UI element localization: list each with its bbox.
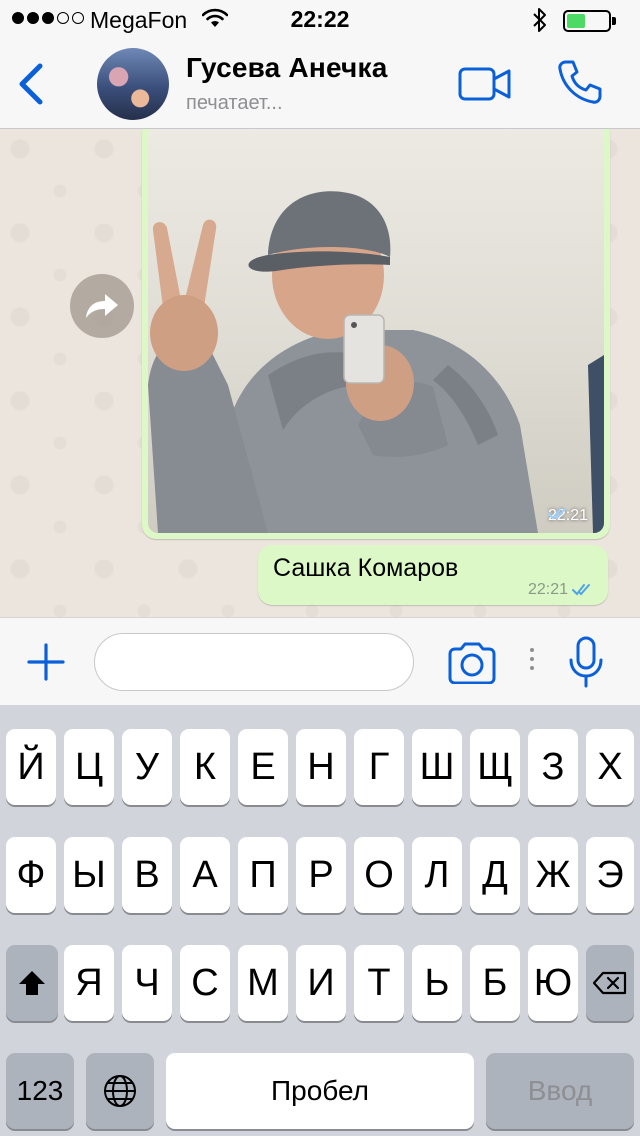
key[interactable]: К (180, 729, 230, 805)
backspace-key[interactable] (586, 945, 634, 1021)
text-message-meta: 22:21 (528, 581, 594, 599)
contact-name[interactable]: Гусева Анечка (186, 52, 387, 84)
key[interactable]: Ь (412, 945, 462, 1021)
key[interactable]: П (238, 837, 288, 913)
key[interactable]: Ч (122, 945, 172, 1021)
key[interactable]: О (354, 837, 404, 913)
contact-avatar[interactable] (97, 48, 169, 120)
message-photo[interactable]: 22:21 (148, 129, 604, 533)
attach-button[interactable] (26, 642, 66, 687)
read-receipt-icon (547, 508, 566, 520)
key[interactable]: Т (354, 945, 404, 1021)
composer-bar (0, 617, 640, 705)
key[interactable]: М (238, 945, 288, 1021)
space-key[interactable]: Пробел (166, 1053, 474, 1129)
key[interactable]: Х (586, 729, 634, 805)
image-message-meta: 22:21 (547, 507, 588, 525)
key[interactable]: А (180, 837, 230, 913)
battery-icon (563, 10, 616, 32)
chat-area[interactable]: 22:21 Сашка Комаров 22:21 (0, 129, 640, 617)
key[interactable]: Г (354, 729, 404, 805)
image-message[interactable]: 22:21 (142, 129, 610, 539)
key[interactable]: В (122, 837, 172, 913)
key[interactable]: Н (296, 729, 346, 805)
key[interactable]: Ю (528, 945, 578, 1021)
key[interactable]: З (528, 729, 578, 805)
back-button[interactable] (10, 58, 54, 110)
camera-button[interactable] (446, 642, 498, 689)
return-key[interactable]: Ввод (486, 1053, 634, 1129)
shift-icon (19, 971, 45, 995)
text-message-time: 22:21 (527, 581, 568, 598)
shift-key[interactable] (6, 945, 58, 1021)
more-icon (530, 648, 534, 670)
message-input[interactable] (94, 633, 414, 691)
key[interactable]: Ж (528, 837, 578, 913)
key[interactable]: Щ (470, 729, 520, 805)
language-key[interactable] (86, 1053, 154, 1129)
globe-icon (104, 1075, 136, 1107)
backspace-icon (593, 971, 627, 995)
typing-status: печатает... (186, 92, 283, 114)
key[interactable]: И (296, 945, 346, 1021)
text-message[interactable]: Сашка Комаров 22:21 (258, 545, 608, 605)
bluetooth-icon (533, 7, 547, 38)
key[interactable]: Д (470, 837, 520, 913)
key[interactable]: Е (238, 729, 288, 805)
video-call-button[interactable] (458, 66, 512, 107)
message-text: Сашка Комаров (273, 554, 459, 582)
chat-header: Гусева Анечка печатает... (0, 40, 640, 129)
read-receipt-icon (572, 584, 590, 596)
status-bar: MegaFon 22:22 (0, 0, 640, 40)
key[interactable]: Ф (6, 837, 56, 913)
key[interactable]: Л (412, 837, 462, 913)
key[interactable]: Я (64, 945, 114, 1021)
keyboard: Й Ц У К Е Н Г Ш Щ З Х Ф Ы В А П Р О Л Д … (0, 705, 640, 1136)
key[interactable]: Ш (412, 729, 462, 805)
signal-strength-icon (12, 12, 84, 24)
microphone-button[interactable] (568, 636, 604, 693)
forward-button[interactable] (70, 274, 134, 338)
key[interactable]: Ц (64, 729, 114, 805)
numbers-key[interactable]: 123 (6, 1053, 74, 1129)
key[interactable]: Б (470, 945, 520, 1021)
wifi-icon (201, 8, 229, 33)
carrier-name: MegaFon (90, 7, 188, 33)
voice-call-button[interactable] (556, 58, 604, 111)
key[interactable]: Р (296, 837, 346, 913)
key[interactable]: С (180, 945, 230, 1021)
key[interactable]: У (122, 729, 172, 805)
key[interactable]: Ы (64, 837, 114, 913)
key[interactable]: Э (586, 837, 634, 913)
key[interactable]: Й (6, 729, 56, 805)
